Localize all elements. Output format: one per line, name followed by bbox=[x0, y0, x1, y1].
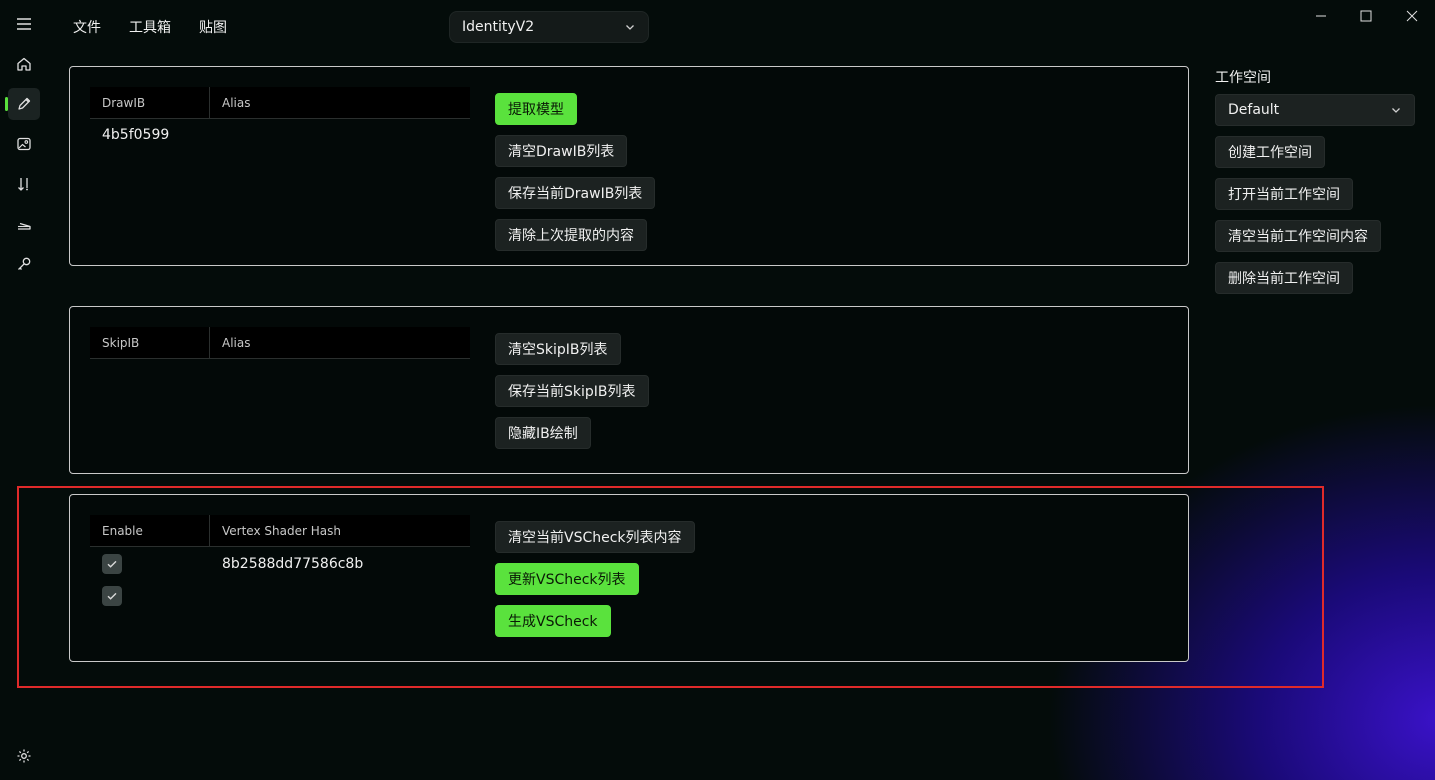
drawib-table-header: DrawIB Alias bbox=[90, 87, 470, 119]
menu-texture[interactable]: 贴图 bbox=[199, 17, 227, 37]
menu-toolbox[interactable]: 工具箱 bbox=[129, 17, 171, 37]
workspace-label: 工作空间 bbox=[1215, 70, 1271, 86]
clear-skipib-list-button[interactable]: 清空SkipIB列表 bbox=[495, 333, 621, 365]
workspace-select-value: Default bbox=[1228, 102, 1280, 118]
column-header-skipib[interactable]: SkipIB bbox=[102, 336, 139, 350]
highlight-box bbox=[17, 486, 1324, 688]
create-workspace-button[interactable]: 创建工作空间 bbox=[1215, 136, 1325, 168]
extract-model-button[interactable]: 提取模型 bbox=[495, 93, 577, 125]
column-header-alias[interactable]: Alias bbox=[222, 96, 250, 110]
menu-file[interactable]: 文件 bbox=[73, 17, 101, 37]
drawib-table: DrawIB Alias 4b5f0599 bbox=[90, 87, 470, 143]
skipib-table: SkipIB Alias bbox=[90, 327, 470, 359]
save-drawib-list-button[interactable]: 保存当前DrawIB列表 bbox=[495, 177, 656, 209]
close-button[interactable] bbox=[1397, 6, 1427, 26]
title-bar: 文件 工具箱 贴图 IdentityV2 bbox=[0, 0, 1435, 50]
clear-last-extract-button[interactable]: 清除上次提取的内容 bbox=[495, 219, 647, 251]
chevron-down-icon bbox=[626, 25, 634, 30]
drawib-panel: DrawIB Alias 4b5f0599 提取模型 清空DrawIB列表 保存… bbox=[69, 66, 1189, 266]
column-header-drawib[interactable]: DrawIB bbox=[102, 96, 145, 110]
nav-scanner-icon[interactable] bbox=[8, 208, 40, 240]
nav-edit-icon[interactable] bbox=[5, 88, 40, 120]
nav-sort-icon[interactable] bbox=[8, 168, 40, 200]
clear-workspace-button[interactable]: 清空当前工作空间内容 bbox=[1215, 220, 1381, 252]
delete-workspace-button[interactable]: 删除当前工作空间 bbox=[1215, 262, 1353, 294]
skipib-panel: SkipIB Alias 清空SkipIB列表 保存当前SkipIB列表 隐藏I… bbox=[69, 306, 1189, 474]
table-row-drawib[interactable]: 4b5f0599 bbox=[102, 127, 169, 143]
game-select[interactable]: IdentityV2 bbox=[449, 11, 649, 43]
workspace-select[interactable]: Default bbox=[1215, 94, 1415, 126]
nav-key-icon[interactable] bbox=[8, 248, 40, 280]
nav-home-icon[interactable] bbox=[8, 48, 40, 80]
hide-ib-draw-button[interactable]: 隐藏IB绘制 bbox=[495, 417, 591, 449]
maximize-button[interactable] bbox=[1351, 6, 1381, 26]
nav-image-icon[interactable] bbox=[8, 128, 40, 160]
game-select-value: IdentityV2 bbox=[462, 19, 535, 35]
settings-icon[interactable] bbox=[8, 740, 40, 772]
save-skipib-list-button[interactable]: 保存当前SkipIB列表 bbox=[495, 375, 649, 407]
clear-drawib-list-button[interactable]: 清空DrawIB列表 bbox=[495, 135, 628, 167]
chevron-down-icon bbox=[1392, 108, 1400, 113]
open-workspace-button[interactable]: 打开当前工作空间 bbox=[1215, 178, 1353, 210]
minimize-button[interactable] bbox=[1306, 6, 1336, 26]
column-header-alias[interactable]: Alias bbox=[222, 336, 250, 350]
skipib-table-header: SkipIB Alias bbox=[90, 327, 470, 359]
